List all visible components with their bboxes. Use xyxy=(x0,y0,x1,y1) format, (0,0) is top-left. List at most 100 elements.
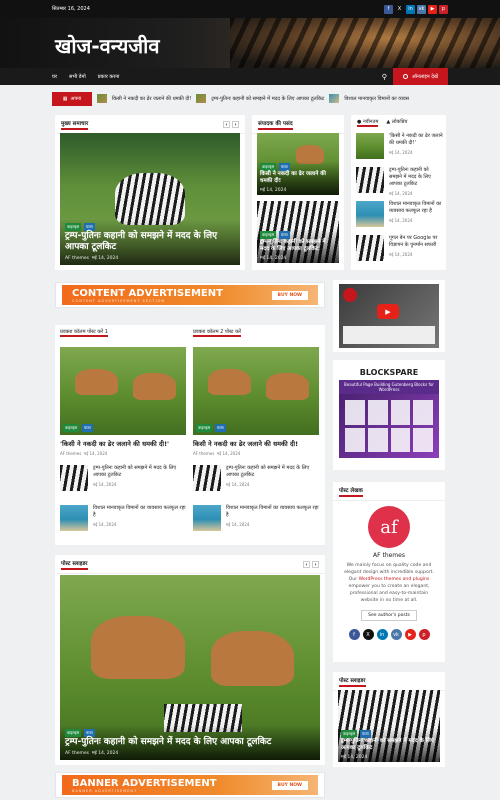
buy-now-button[interactable]: BUY NOW xyxy=(271,290,308,300)
list-item[interactable]: 'किसी ने नकदी का ढेर जलाने की धमकी दी!' म… xyxy=(356,133,443,159)
list-item[interactable]: ट्रम्प-पुतिनः कहानी को समझने में मदद के … xyxy=(193,465,319,491)
video-ad-widget[interactable]: ▶ xyxy=(333,280,445,352)
gazelle-figure xyxy=(75,369,118,396)
column-2-title: प्रवक्ता कॉलम 2 पोस्ट करें xyxy=(193,329,241,337)
column-1-image[interactable]: वाइल्ड्स यात्रा xyxy=(60,347,186,435)
site-title[interactable]: खोज-वन्यजीव xyxy=(55,32,159,59)
youtube-play-icon[interactable]: ▶ xyxy=(377,304,399,319)
youtube-icon[interactable]: ▶ xyxy=(404,629,416,640)
category-tag[interactable]: वाइल्ड्स xyxy=(196,424,213,432)
x-icon[interactable]: X xyxy=(395,4,404,14)
category-tag[interactable]: यात्रा xyxy=(279,231,290,239)
category-tag[interactable]: यात्रा xyxy=(82,424,93,432)
category-tag[interactable]: यात्रा xyxy=(360,730,371,738)
live-dot-icon xyxy=(402,74,408,79)
category-tag[interactable]: वाइल्ड्स xyxy=(63,424,80,432)
list-item[interactable]: ट्रम्प-पुतिनः कहानी को समझने में मदद के … xyxy=(60,465,186,491)
column-2-image[interactable]: वाइल्ड्स यात्रा xyxy=(193,347,319,435)
author-avatar[interactable]: af xyxy=(368,506,410,548)
editor-pick-image[interactable]: वाइल्ड्स यात्रा ट्रम्प-पुतिनः कहानी को स… xyxy=(257,201,339,263)
ticker-item[interactable]: किसी ने नकदी का ढेर जलाने की धमकी दी! xyxy=(112,96,191,102)
column-1-headline[interactable]: 'किसी ने नकदी का ढेर जलाने की धमकी दी!' xyxy=(60,439,186,448)
see-author-posts-button[interactable]: See author's posts xyxy=(361,610,417,621)
next-arrow-icon[interactable]: › xyxy=(232,121,239,128)
category-tag[interactable]: यात्रा xyxy=(84,223,95,231)
facebook-icon[interactable]: f xyxy=(348,629,360,640)
youtube-icon[interactable]: ▶ xyxy=(428,4,437,14)
pinterest-icon[interactable]: p xyxy=(418,629,430,640)
post-headline[interactable]: गूगल बेन पर Google पर विज्ञापन के पुनर्म… xyxy=(389,235,443,249)
facebook-icon[interactable]: f xyxy=(384,4,393,14)
category-tag[interactable]: वाइल्ड्स xyxy=(65,223,82,231)
nav-item-all-demos[interactable]: सभी डेमो xyxy=(69,74,86,80)
ticker-thumb xyxy=(97,94,107,103)
ticker-item[interactable]: विशाल मानवाकृत विमानों का व्यवस xyxy=(344,96,409,102)
ad-title: CONTENT ADVERTISEMENT xyxy=(72,287,223,299)
sidebar-slider-image[interactable]: वाइल्ड्स यात्रा ट्रम्प-पुतिनः कहानी को स… xyxy=(338,690,440,762)
video-thumbnail: ▶ xyxy=(339,284,439,348)
post-author[interactable]: AF themes xyxy=(65,256,89,261)
post-date: मई 14, 2024 xyxy=(226,522,250,527)
column-1-title: प्रवक्ता कॉलम पोस्ट करें 1 xyxy=(60,329,108,337)
post-thumb xyxy=(356,167,384,193)
pinterest-icon[interactable]: p xyxy=(439,4,448,14)
post-slider-image[interactable]: वाइल्ड्स यात्रा ट्रम्प-पुतिनः कहानी को स… xyxy=(60,575,320,760)
linkedin-icon[interactable]: in xyxy=(376,629,388,640)
search-icon[interactable]: ⚲ xyxy=(382,73,387,81)
post-slider-card: पोस्ट स्लाइडर ‹ › वाइल्ड्स यात्रा ट्रम्प… xyxy=(55,555,325,765)
tab-popular[interactable]: ▲ लोकप्रिय xyxy=(386,119,407,127)
post-headline[interactable]: विशाल मानवाकृत विमानों का व्यवसाय फलफूल … xyxy=(226,505,319,519)
tab-latest[interactable]: ● नवीनतम xyxy=(357,119,379,127)
buy-now-button[interactable]: BUY NOW xyxy=(271,780,308,790)
post-headline[interactable]: विशाल मानवाकृत विमानों का व्यवसाय फलफूल … xyxy=(389,201,443,215)
author-bio-link[interactable]: WordPress themes and plugins xyxy=(359,577,430,582)
list-item[interactable]: विशाल मानवाकृत विमानों का व्यवसाय फलफूल … xyxy=(193,505,319,531)
ticker-item[interactable]: ट्रम्प-पुतिनः कहानी को समझने में मदद के … xyxy=(211,96,324,102)
editor-pick-headline[interactable]: ट्रम्प-पुतिनः कहानी को समझने में मदद के … xyxy=(260,239,336,253)
banner-ad[interactable]: BANNER ADVERTISEMENT BANNER ADVERTISEMEN… xyxy=(55,772,325,798)
top-bar: सितम्बर 16, 2024 f Xin vk ▶ p xyxy=(0,0,500,18)
prev-arrow-icon[interactable]: ‹ xyxy=(223,121,230,128)
category-tag[interactable]: वाइल्ड्स xyxy=(65,729,82,737)
post-date: मई 14, 2024 xyxy=(260,188,287,193)
post-headline[interactable]: ट्रम्प-पुतिनः कहानी को समझने में मदद के … xyxy=(226,465,319,479)
post-headline[interactable]: विशाल मानवाकृत विमानों का व्यवसाय फलफूल … xyxy=(93,505,186,519)
watch-live-button[interactable]: ऑनलाइन देखें xyxy=(392,68,448,85)
vk-icon[interactable]: vk xyxy=(390,629,402,640)
category-tag[interactable]: यात्रा xyxy=(84,729,95,737)
nav-item-types[interactable]: प्रकार करना xyxy=(98,74,120,80)
list-item[interactable]: विशाल मानवाकृत विमानों का व्यवसाय फलफूल … xyxy=(60,505,186,531)
post-date: मई 14, 2024 xyxy=(226,482,250,487)
author-name[interactable]: AF themes xyxy=(333,552,445,559)
next-arrow-icon[interactable]: › xyxy=(312,561,319,568)
post-headline[interactable]: ट्रम्प-पुतिनः कहानी को समझने में मदद के … xyxy=(389,167,443,188)
slider-headline[interactable]: ट्रम्प-पुतिनः कहानी को समझने में मदद के … xyxy=(65,737,315,748)
post-headline[interactable]: ट्रम्प-पुतिनः कहानी को समझने में मदद के … xyxy=(93,465,186,479)
category-tag[interactable]: यात्रा xyxy=(279,163,290,171)
editor-pick-overlay: वाइल्ड्स यात्रा ट्रम्प-पुतिनः कहानी को स… xyxy=(257,229,339,263)
content-ad-banner: CONTENT ADVERTISEMENT CONTENT ADVERTISEM… xyxy=(62,285,318,305)
list-item[interactable]: गूगल बेन पर Google पर विज्ञापन के पुनर्म… xyxy=(356,235,443,261)
sidebar-slider-headline[interactable]: ट्रम्प-पुतिनः कहानी को समझने में मदद के … xyxy=(341,738,437,752)
list-item[interactable]: विशाल मानवाकृत विमानों का व्यवसाय फलफूल … xyxy=(356,201,443,227)
section-header: पोस्ट स्लाइडर xyxy=(333,672,445,691)
category-tag[interactable]: वाइल्ड्स xyxy=(260,163,277,171)
editor-pick-headline[interactable]: किसी ने नकदी का ढेर जलाने की धमकी दी! xyxy=(260,171,336,185)
post-headline[interactable]: 'किसी ने नकदी का ढेर जलाने की धमकी दी!' xyxy=(389,133,443,147)
content-ad[interactable]: CONTENT ADVERTISEMENT CONTENT ADVERTISEM… xyxy=(55,282,325,308)
list-item[interactable]: ट्रम्प-पुतिनः कहानी को समझने में मदद के … xyxy=(356,167,443,197)
blockspare-widget[interactable]: BLOCKSPARE Beautiful Page Building Guten… xyxy=(333,360,445,470)
main-news-headline[interactable]: ट्रम्प-पुतिनः कहानी को समझने में मदद के … xyxy=(65,231,217,252)
nav-item-home[interactable]: घर xyxy=(52,74,57,80)
prev-arrow-icon[interactable]: ‹ xyxy=(303,561,310,568)
column-2-headline[interactable]: किसी ने नकदी का ढेर जलाने की धमकी दी! xyxy=(193,439,319,448)
main-news-image[interactable]: वाइल्ड्स यात्रा ट्रम्प-पुतिनः कहानी को स… xyxy=(60,133,240,265)
editor-pick-image[interactable]: वाइल्ड्स यात्रा किसी ने नकदी का ढेर जलान… xyxy=(257,133,339,195)
video-preview-strip xyxy=(343,326,435,344)
category-tag[interactable]: यात्रा xyxy=(215,424,226,432)
vk-icon[interactable]: vk xyxy=(417,4,426,14)
category-tag[interactable]: वाइल्ड्स xyxy=(341,730,358,738)
linkedin-icon[interactable]: in xyxy=(406,4,415,14)
category-tag[interactable]: वाइल्ड्स xyxy=(260,231,277,239)
x-icon[interactable]: X xyxy=(362,629,374,640)
